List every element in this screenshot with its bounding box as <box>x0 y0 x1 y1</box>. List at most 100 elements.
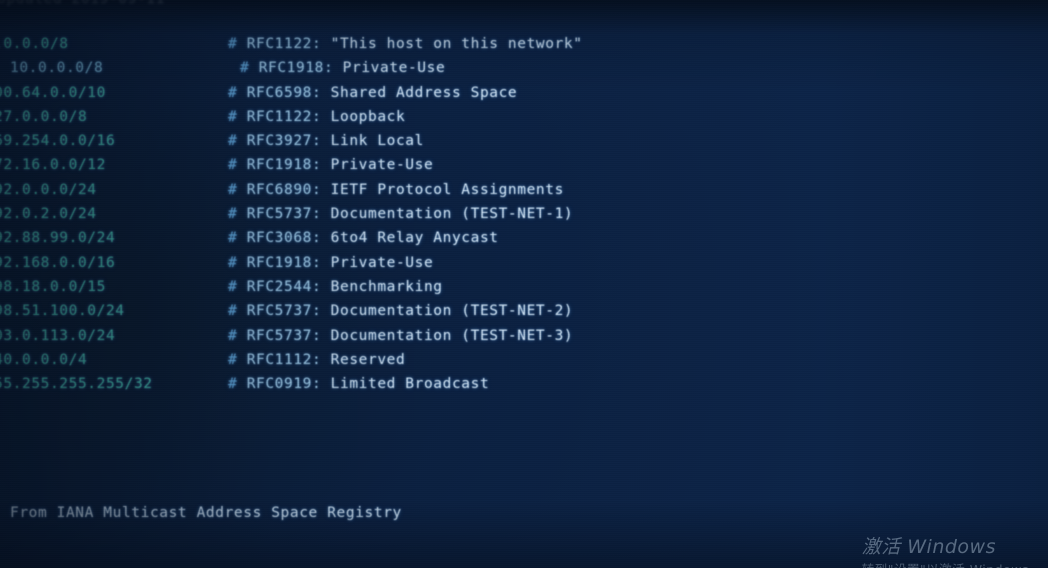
registry-row-description: Benchmarking <box>330 278 443 295</box>
registry-row-address: 72.16.0.0/12 <box>0 157 106 174</box>
hash-icon: # <box>228 84 238 101</box>
watermark-subtitle: 转到"设置"以激活 Windows。 <box>862 559 1042 568</box>
registry-row-description: Link Local <box>330 133 424 150</box>
registry-row-address: 92.88.99.0/24 <box>0 230 116 247</box>
clipped-top-line: Updated 2019-09-11 <box>0 0 165 11</box>
registry-row-address: 27.0.0.0/8 <box>0 108 88 125</box>
registry-row-description: Documentation (TEST-NET-2) <box>330 303 574 320</box>
registry-row: .0.0.0/8 # RFC1122: "This host on this ne… <box>0 32 1048 56</box>
registry-row-address: 40.0.0.0/4 <box>0 351 88 368</box>
hash-icon: # <box>228 157 238 174</box>
registry-row-description: "This host on this network" <box>330 36 583 52</box>
windows-activation-watermark: 激活 Windows 转到"设置"以激活 Windows。 <box>862 532 1042 568</box>
registry-row-rfc: RFC5737: <box>246 303 322 320</box>
registry-row-description: Loopback <box>330 108 406 125</box>
registry-row-description: IETF Protocol Assignments <box>330 181 564 198</box>
registry-row: 72.16.0.0/12 # RFC1918: Private-Use <box>0 153 1048 177</box>
registry-row-address: 00.64.0.0/10 <box>0 84 106 101</box>
registry-row: 40.0.0.0/4 # RFC1112: Reserved <box>0 348 1048 372</box>
registry-row-comment: # RFC1122: Loopback <box>228 105 405 129</box>
registry-row-rfc: RFC0919: <box>246 376 322 393</box>
registry-row-rfc: RFC1918: <box>246 157 322 174</box>
registry-row-rfc: RFC5737: <box>246 206 322 223</box>
registry-row-description: Shared Address Space <box>330 84 518 101</box>
registry-row-description: Private-Use <box>330 254 434 271</box>
registry-row: 03.0.113.0/24 # RFC5737: Documentation (T… <box>0 324 1048 348</box>
registry-row-rfc: RFC3068: <box>246 230 322 247</box>
registry-row-address: .0.0.0/8 <box>0 36 69 52</box>
registry-row-address: 55.255.255.255/32 <box>0 376 153 393</box>
registry-row-comment: # RFC0919: Limited Broadcast <box>228 372 489 396</box>
registry-row-comment: # RFC1918: Private-Use <box>228 153 433 177</box>
registry-row-address: 98.51.100.0/24 <box>0 303 125 320</box>
registry-row-comment: # RFC5737: Documentation (TEST-NET-2) <box>228 299 573 323</box>
registry-row-comment: # RFC1112: Reserved <box>228 348 405 372</box>
registry-row: 00.64.0.0/10 # RFC6598: Shared Address Sp… <box>0 81 1048 105</box>
hash-icon: # <box>240 60 250 77</box>
registry-row: 92.88.99.0/24 # RFC3068: 6to4 Relay Anyca… <box>0 226 1048 250</box>
registry-row: 69.254.0.0/16 # RFC3927: Link Local <box>0 129 1048 153</box>
registry-row: 98.18.0.0/15 # RFC2544: Benchmarking <box>0 275 1048 299</box>
registry-row-comment: # RFC1918: Private-Use <box>240 56 445 80</box>
registry-row-description: 6to4 Relay Anycast <box>330 230 499 247</box>
registry-row-description: Documentation (TEST-NET-1) <box>330 206 574 223</box>
registry-row-comment: # RFC3927: Link Local <box>228 129 424 153</box>
registry-row-description: Documentation (TEST-NET-3) <box>330 327 574 344</box>
registry-row-comment: # RFC1122: "This host on this network" <box>228 32 583 56</box>
registry-row-comment: # RFC5737: Documentation (TEST-NET-1) <box>228 202 573 226</box>
registry-row-description: Reserved <box>330 351 406 368</box>
hash-icon: # <box>228 108 238 125</box>
registry-row-address: 98.18.0.0/15 <box>0 278 106 295</box>
hash-icon: # <box>228 376 238 393</box>
hash-icon: # <box>228 206 238 223</box>
registry-row-address: 92.0.0.0/24 <box>0 181 97 198</box>
registry-row-comment: # RFC3068: 6to4 Relay Anycast <box>228 226 499 250</box>
registry-row-address: 92.168.0.0/16 <box>0 254 116 271</box>
registry-row-rfc: RFC6890: <box>246 181 322 198</box>
registry-row-description: Private-Use <box>342 60 446 77</box>
hash-icon: # <box>228 351 238 368</box>
registry-row: 92.0.2.0/24 # RFC5737: Documentation (TES… <box>0 202 1048 226</box>
watermark-title: 激活 Windows <box>861 536 996 558</box>
hash-icon: # <box>228 230 238 247</box>
ipv4-special-registry-list: .0.0.0/8 # RFC1122: "This host on this ne… <box>0 32 1048 396</box>
clipped-bottom-row: 24.0.0.0/4 # RFC5771: Multicast/Reserved <box>0 548 50 568</box>
hash-icon: # <box>228 327 238 344</box>
registry-row: 98.51.100.0/24 # RFC5737: Documentation (… <box>0 299 1048 323</box>
registry-row-rfc: RFC3927: <box>246 133 322 150</box>
hash-icon: # <box>228 278 238 295</box>
multicast-registry-block: From IANA Multicast Address Space Regist… <box>10 452 728 568</box>
multicast-source-line: From IANA Multicast Address Space Regist… <box>10 504 402 521</box>
registry-row-address: 10.0.0.0/8 <box>10 60 104 77</box>
registry-row-address: 03.0.113.0/24 <box>0 327 116 344</box>
hash-icon: # <box>228 133 238 150</box>
hash-icon: # <box>228 303 238 320</box>
registry-row-rfc: RFC1918: <box>246 254 322 271</box>
registry-row: 27.0.0.0/8 # RFC1122: Loopback <box>0 105 1048 129</box>
hash-icon: # <box>228 36 238 52</box>
registry-row: 92.0.0.0/24 # RFC6890: IETF Protocol Assi… <box>0 178 1048 202</box>
registry-row-comment: # RFC6598: Shared Address Space <box>228 81 517 105</box>
registry-row-description: Limited Broadcast <box>330 376 490 393</box>
registry-row-comment: # RFC5737: Documentation (TEST-NET-3) <box>228 324 573 348</box>
hash-icon: # <box>228 254 238 271</box>
registry-row-comment: # RFC6890: IETF Protocol Assignments <box>228 178 564 202</box>
registry-row-rfc: RFC1122: <box>246 108 322 125</box>
registry-row-comment: # RFC1918: Private-Use <box>228 251 433 275</box>
registry-row-rfc: RFC5737: <box>246 327 322 344</box>
registry-row: 92.168.0.0/16 # RFC1918: Private-Use <box>0 251 1048 275</box>
registry-row-rfc: RFC1112: <box>246 351 322 368</box>
registry-row-address: 92.0.2.0/24 <box>0 206 97 223</box>
terminal-output: Updated 2019-09-11 .0.0.0/8 # RFC1122: "T… <box>0 0 1048 568</box>
registry-row-rfc: RFC1918: <box>258 60 334 77</box>
registry-row-rfc: RFC2544: <box>246 278 322 295</box>
hash-icon: # <box>228 181 238 198</box>
registry-row: 55.255.255.255/32 # RFC0919: Limited Broa… <box>0 372 1048 396</box>
registry-row: 10.0.0.0/8 # RFC1918: Private-Use <box>0 56 1048 80</box>
registry-row-rfc: RFC6598: <box>246 84 322 101</box>
registry-row-description: Private-Use <box>330 157 434 174</box>
registry-row-comment: # RFC2544: Benchmarking <box>228 275 443 299</box>
registry-row-rfc: RFC1122: <box>246 36 322 52</box>
terminal-window: Updated 2019-09-11 .0.0.0/8 # RFC1122: "T… <box>0 0 1048 568</box>
registry-row-address: 69.254.0.0/16 <box>0 133 116 150</box>
